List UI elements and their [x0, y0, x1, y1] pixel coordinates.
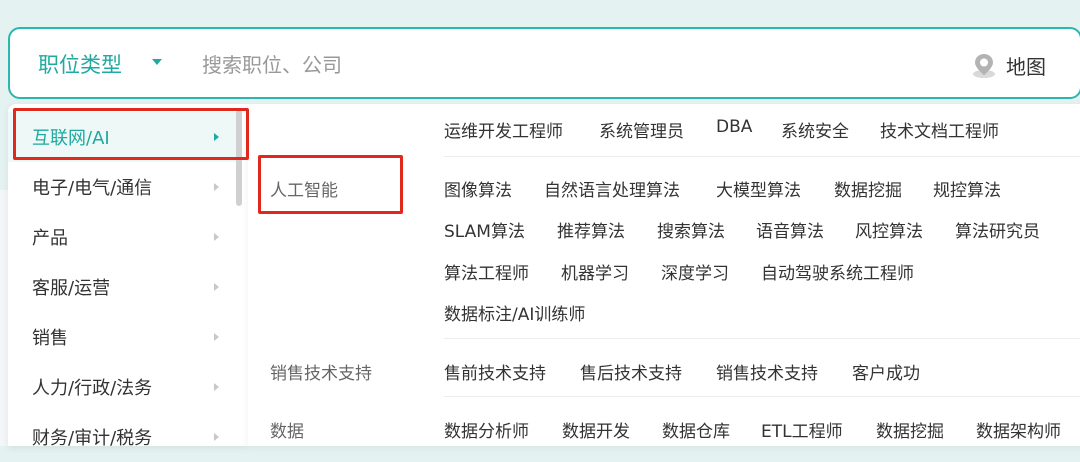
category-label: 电子/电气/通信: [32, 178, 153, 199]
job-link[interactable]: 推荐算法: [557, 217, 625, 242]
job-link[interactable]: 语音算法: [756, 217, 824, 242]
job-link[interactable]: 数据分析师: [444, 417, 529, 442]
job-link[interactable]: 数据挖掘: [834, 176, 902, 201]
job-type-selector[interactable]: 职位类型: [38, 49, 122, 79]
chevron-right-icon: [214, 383, 219, 391]
chevron-right-icon: [214, 283, 219, 291]
job-link[interactable]: 售前技术支持: [444, 359, 546, 384]
job-link[interactable]: 技术文档工程师: [880, 117, 999, 142]
section-label-data: 数据: [270, 422, 304, 442]
category-item-service-ops[interactable]: 客服/运营: [8, 262, 240, 312]
job-link[interactable]: 运维开发工程师: [444, 117, 563, 142]
job-link[interactable]: 机器学习: [561, 259, 629, 284]
chevron-right-icon: [214, 233, 219, 241]
section-label-ai: 人工智能: [270, 181, 338, 201]
job-link[interactable]: 算法研究员: [955, 217, 1040, 242]
job-link[interactable]: ETL工程师: [761, 417, 843, 442]
job-link[interactable]: 售后技术支持: [580, 359, 682, 384]
chevron-right-icon: [214, 433, 219, 441]
caret-down-icon[interactable]: [152, 59, 162, 65]
job-link[interactable]: 自然语言处理算法: [544, 176, 680, 201]
category-label: 财务/审计/税务: [32, 428, 153, 449]
section-divider: [444, 156, 1080, 157]
job-link[interactable]: 图像算法: [444, 176, 512, 201]
map-pin-icon: [973, 54, 995, 78]
job-link[interactable]: 系统管理员: [599, 117, 684, 142]
section-divider: [444, 338, 1080, 339]
category-label: 客服/运营: [32, 278, 111, 299]
job-link[interactable]: 搜索算法: [657, 217, 725, 242]
subcategory-panel: 运维开发工程师 系统管理员 DBA 系统安全 技术文档工程师 人工智能 图像算法…: [248, 104, 1080, 446]
job-link[interactable]: 规控算法: [933, 176, 1001, 201]
job-link[interactable]: 大模型算法: [716, 176, 801, 201]
category-scrollbar[interactable]: [236, 110, 242, 206]
job-link[interactable]: 深度学习: [661, 259, 729, 284]
job-link[interactable]: SLAM算法: [444, 217, 525, 242]
chevron-right-icon: [214, 133, 219, 141]
category-item-sales[interactable]: 销售: [8, 312, 240, 362]
search-bar: 职位类型 地图: [8, 27, 1080, 99]
category-item-finance[interactable]: 财务/审计/税务: [8, 412, 240, 462]
category-label: 产品: [32, 228, 68, 249]
category-label: 销售: [32, 328, 68, 349]
job-link[interactable]: 数据架构师: [976, 417, 1061, 442]
category-label: 人力/行政/法务: [32, 378, 153, 399]
job-link[interactable]: 风控算法: [855, 217, 923, 242]
job-link[interactable]: 算法工程师: [444, 259, 529, 284]
job-link[interactable]: 自动驾驶系统工程师: [761, 259, 914, 284]
section-divider: [444, 396, 1080, 397]
chevron-right-icon: [214, 333, 219, 341]
chevron-right-icon: [214, 183, 219, 191]
job-link[interactable]: 销售技术支持: [716, 359, 818, 384]
job-link[interactable]: DBA: [716, 117, 752, 137]
job-link[interactable]: 系统安全: [781, 117, 849, 142]
job-link[interactable]: 客户成功: [852, 359, 920, 384]
category-item-internet-ai[interactable]: 互联网/AI: [8, 112, 240, 162]
search-input[interactable]: [202, 43, 902, 87]
map-button[interactable]: 地图: [970, 49, 1046, 81]
job-link[interactable]: 数据开发: [562, 417, 630, 442]
job-link[interactable]: 数据标注/AI训练师: [444, 300, 585, 325]
job-link[interactable]: 数据挖掘: [876, 417, 944, 442]
map-label: 地图: [1006, 54, 1046, 79]
category-list: 互联网/AI 电子/电气/通信 产品 客服/运营 销售 人力/行政/法务 财务/…: [8, 104, 248, 449]
job-link[interactable]: 数据仓库: [662, 417, 730, 442]
category-item-product[interactable]: 产品: [8, 212, 240, 262]
category-item-electronics[interactable]: 电子/电气/通信: [8, 162, 240, 212]
section-label-sales-tech-support: 销售技术支持: [270, 364, 372, 384]
job-type-dropdown: 互联网/AI 电子/电气/通信 产品 客服/运营 销售 人力/行政/法务 财务/…: [8, 104, 1080, 449]
category-item-hr-legal[interactable]: 人力/行政/法务: [8, 362, 240, 412]
category-label: 互联网/AI: [32, 128, 110, 149]
